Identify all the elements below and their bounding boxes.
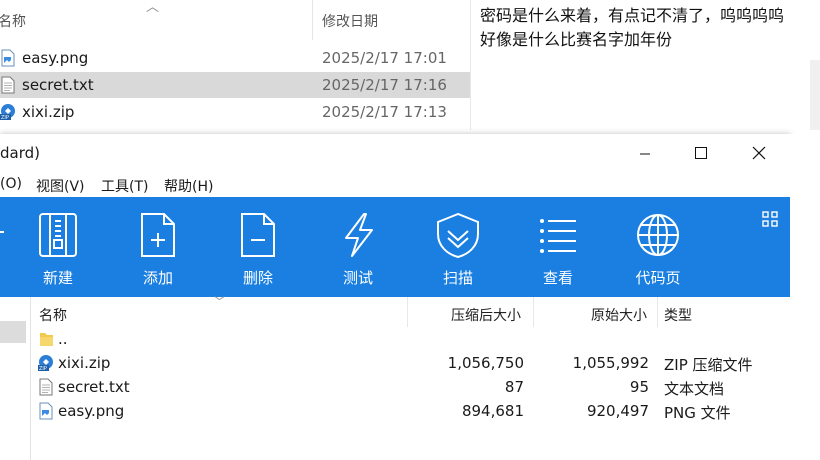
scan-button[interactable]: 扫描 xyxy=(418,211,498,288)
list-row-xixi-zip[interactable]: ZIP xixi.zip 1,056,750 1,055,992 ZIP 压缩文… xyxy=(36,351,786,375)
column-divider[interactable] xyxy=(533,297,534,327)
minimize-button[interactable] xyxy=(616,134,674,172)
archive-window: dard) (O) 视图(V) 工具(T) 帮助(H) 新建 添加 删除 测试 … xyxy=(0,134,790,460)
compressed-size: 894,681 xyxy=(461,402,524,420)
original-size: 95 xyxy=(629,378,649,396)
view-list-icon xyxy=(540,219,576,253)
maximize-button[interactable] xyxy=(672,134,730,172)
view-button[interactable]: 查看 xyxy=(518,211,598,288)
original-size: 920,497 xyxy=(586,402,649,420)
file-name: easy.png xyxy=(22,49,89,67)
note-line-1: 密码是什么来着，有点记不清了，呜呜呜呜 xyxy=(480,6,785,25)
test-button[interactable]: 测试 xyxy=(318,211,398,288)
column-header-date[interactable]: 修改日期 xyxy=(322,11,378,31)
file-date: 2025/2/17 17:01 xyxy=(322,49,447,67)
close-icon xyxy=(752,146,766,160)
column-divider[interactable] xyxy=(312,0,313,40)
new-label: 新建 xyxy=(42,269,73,287)
file-explorer: 名称 ︿ 修改日期 easy.png 2025/2/17 17:01 secre… xyxy=(0,0,471,130)
maximize-icon xyxy=(695,147,707,159)
folder-icon xyxy=(40,333,53,346)
toolbar: 新建 添加 删除 测试 扫描 查看 代码页 xyxy=(0,197,790,297)
file-date: 2025/2/17 17:13 xyxy=(322,103,447,121)
compressed-size: 87 xyxy=(504,378,524,396)
notepad-text-area[interactable]: 密码是什么来着，有点记不清了，呜呜呜呜 好像是什么比赛名字加年份 xyxy=(480,4,810,52)
folder-tree-pane[interactable] xyxy=(0,297,31,460)
close-button[interactable] xyxy=(730,134,788,172)
file-type: PNG 文件 xyxy=(664,404,731,422)
note-line-2: 好像是什么比赛名字加年份 xyxy=(480,30,673,49)
codepage-globe-icon xyxy=(637,214,679,256)
list-row-parent[interactable]: .. xyxy=(36,327,786,351)
menu-help[interactable]: 帮助(H) xyxy=(164,176,213,196)
test-lightning-icon xyxy=(345,213,373,257)
scan-shield-icon xyxy=(437,212,479,259)
entry-name: easy.png xyxy=(58,402,125,420)
column-header-compressed[interactable]: 压缩后大小 xyxy=(451,305,521,325)
scrollbar[interactable] xyxy=(810,60,820,130)
add-button[interactable]: 添加 xyxy=(118,211,198,288)
arrow-left-icon xyxy=(0,231,4,233)
add-file-icon xyxy=(141,213,175,257)
window-title: dard) xyxy=(0,144,40,162)
file-type: 文本文档 xyxy=(664,380,725,398)
title-bar[interactable]: dard) xyxy=(0,134,790,172)
codepage-label: 代码页 xyxy=(635,269,681,287)
entry-name: xixi.zip xyxy=(58,354,111,372)
minimize-icon xyxy=(640,153,650,155)
tree-selected-item[interactable] xyxy=(0,321,26,343)
txt-file-icon xyxy=(39,378,53,396)
add-label: 添加 xyxy=(142,269,173,287)
menu-view[interactable]: 视图(V) xyxy=(36,176,85,196)
new-button[interactable]: 新建 xyxy=(18,211,98,288)
file-name: xixi.zip xyxy=(22,103,75,121)
test-label: 测试 xyxy=(342,269,373,287)
png-file-icon xyxy=(1,49,15,67)
column-header-name[interactable]: 名称 xyxy=(0,11,26,31)
codepage-button[interactable]: 代码页 xyxy=(618,211,698,288)
delete-file-icon xyxy=(241,213,275,257)
delete-button[interactable]: 删除 xyxy=(218,211,298,288)
file-row-easy-png[interactable]: easy.png 2025/2/17 17:01 xyxy=(0,45,470,71)
file-list: ﹀ 名称 压缩后大小 原始大小 类型 .. ZIP xixi.zip 1,056… xyxy=(0,295,790,460)
sort-down-icon: ﹀ xyxy=(214,295,225,308)
file-row-secret-txt[interactable]: secret.txt 2025/2/17 17:16 xyxy=(0,72,470,98)
menu-options[interactable]: (O) xyxy=(0,176,22,192)
column-header-type[interactable]: 类型 xyxy=(664,305,692,325)
zip-file-icon: ZIP xyxy=(38,355,53,372)
column-header-name[interactable]: 名称 xyxy=(39,305,67,325)
entry-name: .. xyxy=(58,330,68,348)
column-divider[interactable] xyxy=(407,297,408,327)
scan-label: 扫描 xyxy=(442,269,473,287)
file-row-xixi-zip[interactable]: ZIP xixi.zip 2025/2/17 17:13 xyxy=(0,99,470,125)
column-header-original[interactable]: 原始大小 xyxy=(591,305,647,325)
delete-label: 删除 xyxy=(242,269,273,287)
desktop-background xyxy=(790,134,820,460)
compressed-size: 1,056,750 xyxy=(447,354,524,372)
svg-text:ZIP: ZIP xyxy=(1,115,9,121)
column-divider[interactable] xyxy=(657,297,658,327)
new-archive-icon xyxy=(39,213,77,257)
menu-tools[interactable]: 工具(T) xyxy=(101,176,148,196)
file-date: 2025/2/17 17:16 xyxy=(322,76,447,94)
txt-file-icon xyxy=(1,76,15,94)
grid-view-icon[interactable] xyxy=(762,211,778,227)
svg-text:ZIP: ZIP xyxy=(39,366,47,372)
view-label: 查看 xyxy=(542,269,573,287)
entry-name: secret.txt xyxy=(58,378,130,396)
file-name: secret.txt xyxy=(22,76,94,94)
menu-bar: (O) 视图(V) 工具(T) 帮助(H) xyxy=(0,172,790,198)
file-type: ZIP 压缩文件 xyxy=(664,356,753,374)
list-row-easy-png[interactable]: easy.png 894,681 920,497 PNG 文件 xyxy=(36,399,786,423)
original-size: 1,055,992 xyxy=(572,354,649,372)
list-row-secret-txt[interactable]: secret.txt 87 95 文本文档 xyxy=(36,375,786,399)
explorer-header: 名称 ︿ 修改日期 xyxy=(0,0,470,40)
pane-divider xyxy=(470,0,471,130)
png-file-icon xyxy=(39,402,53,420)
zip-file-icon: ZIP xyxy=(0,104,15,121)
sort-up-icon: ︿ xyxy=(146,0,160,15)
